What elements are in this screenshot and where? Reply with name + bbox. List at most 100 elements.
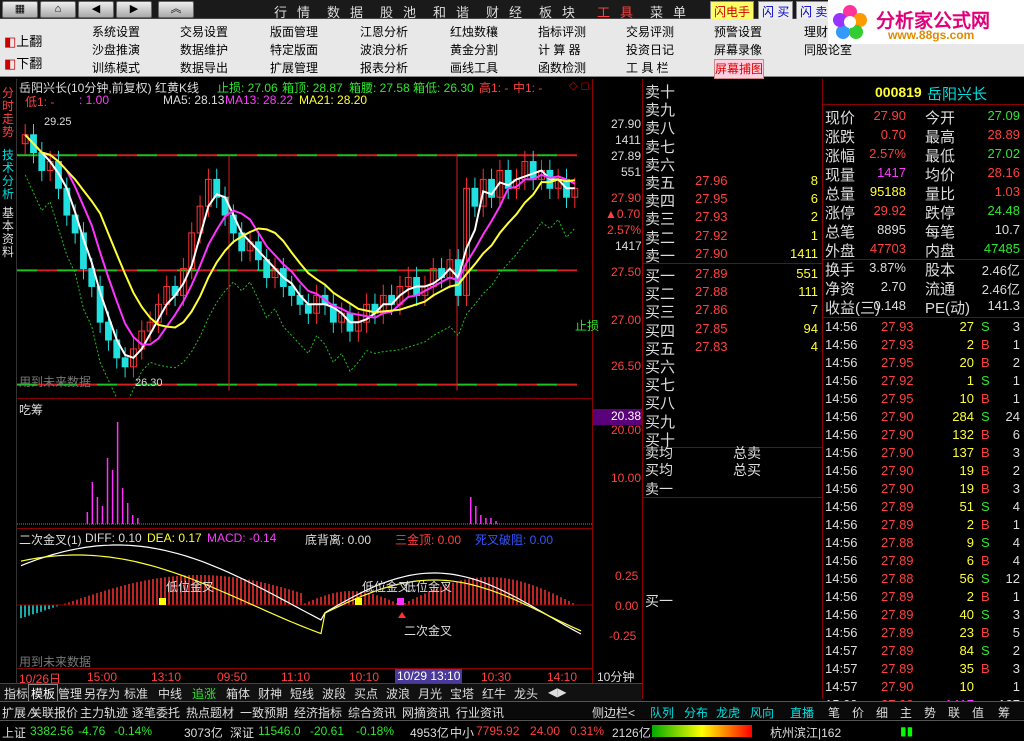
high-marker: 29.25: [44, 116, 72, 128]
strip-item-9[interactable]: 行业资讯: [456, 704, 504, 721]
axis-label-8: 1417: [615, 239, 642, 253]
tab-indicator[interactable]: 指标: [4, 685, 28, 702]
stock-info-panel: 000819 岳阳兴长 现价 27.90 今开 27.09 涨跌 0.70 最高 28.89 涨…: [822, 79, 1024, 712]
tab-swing[interactable]: 波段: [322, 685, 346, 702]
home-icon[interactable]: ⌂: [40, 1, 76, 18]
data-maintenance-button[interactable]: 数据维护: [180, 41, 228, 59]
trade-settings-button[interactable]: 交易设置: [180, 23, 228, 41]
strip-item-18[interactable]: 细: [876, 704, 888, 721]
tab-manage[interactable]: 管理: [58, 685, 82, 702]
tab-moonlight[interactable]: 月光: [418, 685, 442, 702]
alert-settings-button[interactable]: 预警设置: [714, 23, 764, 41]
tick-price-7: 27.90: [881, 445, 914, 460]
zx-label[interactable]: 中小: [450, 724, 474, 741]
layout-manage-button[interactable]: 版面管理: [270, 23, 318, 41]
function-check-button[interactable]: 函数检测: [538, 59, 586, 77]
indicator-tabs: 指标 模板 管理 另存为 标准 中线 追涨 箱体 财神 短线 波段 买点 波浪 …: [0, 683, 642, 703]
toolbar-toggle-button[interactable]: 工 具 栏: [626, 59, 674, 77]
chouma-chart[interactable]: [17, 398, 592, 528]
tab-tower[interactable]: 宝塔: [450, 685, 474, 702]
tab-short[interactable]: 短线: [290, 685, 314, 702]
tab-chase[interactable]: 追涨: [192, 685, 216, 702]
tick-volume-2: 20: [959, 355, 974, 370]
strip-item-22[interactable]: 值: [972, 704, 984, 721]
tab-save-as[interactable]: 另存为: [84, 685, 120, 702]
tab-fundamentals[interactable]: 基本资料: [2, 207, 16, 259]
wave-analysis-button[interactable]: 波浪分析: [360, 41, 408, 59]
report-analysis-button[interactable]: 报表分析: [360, 59, 408, 77]
tab-leader[interactable]: 龙头: [514, 685, 538, 702]
invest-diary-button[interactable]: 投资日记: [626, 41, 674, 59]
tab-caishen[interactable]: 财神: [258, 685, 282, 702]
tab-timeshare[interactable]: 分时走势: [2, 87, 16, 139]
tab-wave[interactable]: 波浪: [386, 685, 410, 702]
tab-buypoint[interactable]: 买点: [354, 685, 378, 702]
drawing-tools-button[interactable]: 画线工具: [450, 59, 498, 77]
sh-label[interactable]: 上证: [2, 724, 26, 741]
macd-axis-2: 0.00: [615, 599, 639, 613]
strip-item-16[interactable]: 笔: [828, 704, 840, 721]
collapse-icon[interactable]: ︽: [158, 1, 194, 18]
strip-item-11[interactable]: 队列: [650, 704, 674, 721]
strip-item-3[interactable]: 逐笔委托: [132, 704, 180, 721]
special-layout-button[interactable]: 特定版面: [270, 41, 318, 59]
tick-side-10: S: [981, 499, 990, 514]
strip-item-20[interactable]: 势: [924, 704, 936, 721]
tick-volume-6: 132: [952, 427, 974, 442]
tick-side-19: B: [981, 661, 990, 676]
tab-arrows[interactable]: ◀▶: [548, 685, 566, 699]
tab-box[interactable]: 箱体: [226, 685, 250, 702]
strip-item-14[interactable]: 风向: [750, 704, 774, 721]
connection-icon[interactable]: ▮▮: [900, 724, 913, 738]
strip-item-21[interactable]: 联: [948, 704, 960, 721]
sz-label[interactable]: 深证: [230, 724, 254, 741]
forward-icon[interactable]: ▶: [116, 1, 152, 18]
sandbox-button[interactable]: 沙盘推演: [92, 41, 140, 59]
strip-item-12[interactable]: 分布: [684, 704, 708, 721]
strip-item-13[interactable]: 龙虎: [716, 704, 740, 721]
strip-item-17[interactable]: 价: [852, 704, 864, 721]
training-mode-button[interactable]: 训练模式: [92, 59, 140, 77]
extension-manage-button[interactable]: 扩展管理: [270, 59, 318, 77]
strip-item-4[interactable]: 热点题材: [186, 704, 234, 721]
page-up-button[interactable]: ◧上翻: [4, 31, 42, 50]
trade-eval-button[interactable]: 交易评测: [626, 23, 674, 41]
strip-item-10[interactable]: 侧边栏<: [592, 704, 635, 721]
tick-price-13: 27.89: [881, 553, 914, 568]
screen-capture-button[interactable]: 屏幕捕图: [714, 59, 765, 79]
system-settings-button[interactable]: 系统设置: [92, 23, 140, 41]
strip-item-23[interactable]: 筹: [998, 704, 1010, 721]
tick-volume-10: 51: [959, 499, 974, 514]
info-value-0-b: 27.09: [987, 108, 1020, 123]
page-down-button[interactable]: ◧下翻: [4, 53, 42, 72]
back-icon[interactable]: ◀: [78, 1, 114, 18]
macd-chart[interactable]: [17, 528, 592, 668]
bid-volume-4: 94: [803, 320, 818, 336]
screen-record-button[interactable]: 屏幕录像: [714, 41, 764, 59]
tab-redbull[interactable]: 红牛: [482, 685, 506, 702]
strip-item-1[interactable]: 关联报价: [30, 704, 78, 721]
system-menu-button[interactable]: ▦: [2, 1, 38, 18]
golden-ratio-button[interactable]: 黄金分割: [450, 41, 498, 59]
tab-medium[interactable]: 中线: [158, 685, 182, 702]
data-export-button[interactable]: 数据导出: [180, 59, 228, 77]
strip-item-2[interactable]: 主力轨迹: [80, 704, 128, 721]
diamond-icon[interactable]: ◇ ◻: [569, 79, 590, 92]
kline-chart[interactable]: [17, 108, 592, 398]
strip-item-15[interactable]: 直播: [790, 704, 814, 721]
time-label-8: 10:30: [481, 670, 512, 684]
tick-price-3: 27.92: [881, 373, 914, 388]
strip-item-8[interactable]: 网摘资讯: [402, 704, 450, 721]
calculator-button[interactable]: 计 算 器: [538, 41, 586, 59]
chouma-bar: [485, 518, 487, 524]
candle-button[interactable]: 红烛数穰: [450, 23, 498, 41]
tab-standard[interactable]: 标准: [124, 685, 148, 702]
strip-item-6[interactable]: 经济指标: [294, 704, 342, 721]
indicator-eval-button[interactable]: 指标评测: [538, 23, 586, 41]
strip-item-5[interactable]: 一致预期: [240, 704, 288, 721]
strip-item-7[interactable]: 综合资讯: [348, 704, 396, 721]
bid-price-2: 27.88: [695, 284, 728, 300]
tab-tech-analysis[interactable]: 技术分析: [2, 149, 16, 201]
strip-item-19[interactable]: 主: [900, 704, 912, 721]
gann-analysis-button[interactable]: 江恩分析: [360, 23, 408, 41]
